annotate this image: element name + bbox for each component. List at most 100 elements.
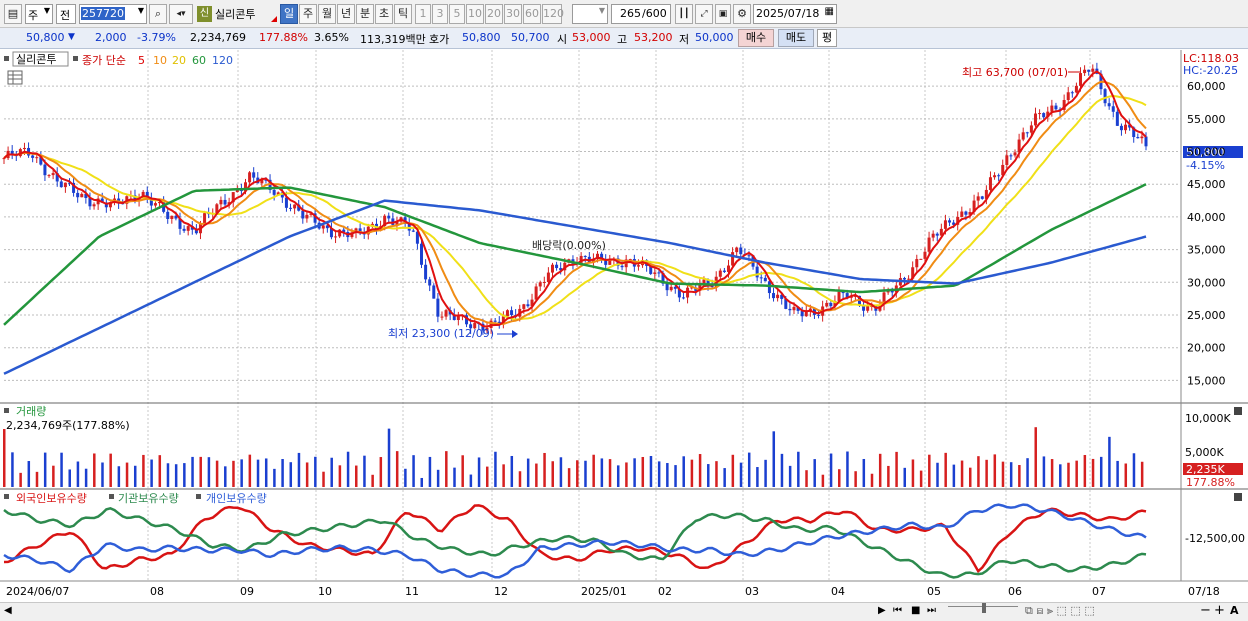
down-arrow-icon: ▼ — [68, 32, 75, 42]
sell-button[interactable]: 매도 — [778, 29, 814, 47]
period-button-1[interactable]: 주 — [299, 4, 317, 24]
period-button-4[interactable]: 분 — [356, 4, 374, 24]
volume-bar — [330, 457, 333, 487]
candle-icon[interactable]: ┃┃ — [675, 4, 693, 24]
forward-icon[interactable]: ⏭ — [927, 605, 936, 616]
candle-body — [47, 175, 51, 177]
volume-bar — [436, 469, 440, 487]
y-tick-label: 25,000 — [1187, 309, 1226, 322]
panel-close-icon[interactable] — [1234, 493, 1242, 501]
interval-button-30[interactable]: 30 — [504, 4, 522, 24]
hts-chart-window: ▤ 주 ▼ 전 257720 ▼ ⌕ ◂▾ 신 실리콘투 일주월년분초틱 135… — [0, 0, 1248, 621]
interval-button-60[interactable]: 60 — [523, 4, 541, 24]
candle-body — [31, 155, 35, 158]
interval-button-20[interactable]: 20 — [485, 4, 503, 24]
scroll-right-icon[interactable]: ▶ — [878, 605, 886, 616]
period-button-6[interactable]: 틱 — [394, 4, 412, 24]
chart-canvas[interactable]: 실리콘투 종가 단순 5 10 20 60 120 LC:118.03 HC:-… — [0, 50, 1248, 602]
date-input[interactable]: 2025/07/18 ▦ — [753, 4, 837, 24]
volume-bar — [133, 465, 137, 487]
speaker-icon[interactable]: ◂▾ — [169, 4, 193, 24]
candle-body — [583, 255, 587, 257]
legend-square-icon — [196, 494, 201, 499]
volume-bar — [109, 453, 112, 487]
prev-button[interactable]: 전 — [56, 4, 76, 24]
candle-body — [35, 157, 39, 159]
volume-bar — [305, 462, 309, 487]
chart-tools-icons[interactable]: ⧉ ⧈ ⫸ ⬚ ⬚ ⬚ — [1025, 604, 1095, 618]
candle-body — [456, 316, 460, 321]
candle-body — [1005, 155, 1009, 165]
volume-bar — [469, 474, 473, 487]
volume-bar — [666, 463, 669, 487]
candle-body — [923, 251, 927, 259]
volume-bar — [1140, 461, 1144, 487]
volume-bar — [846, 451, 849, 487]
eval-button[interactable]: 평 — [817, 29, 837, 47]
stop-icon[interactable]: ■ — [911, 605, 920, 616]
interval-button-120[interactable]: 120 — [542, 4, 564, 24]
volume-bar — [576, 460, 579, 487]
legend-individual: 개인보유수량 — [206, 492, 267, 505]
save-icon[interactable]: ▣ — [715, 4, 731, 24]
candle-body — [305, 214, 309, 219]
period-button-3[interactable]: 년 — [337, 4, 355, 24]
zoom-out-icon[interactable]: − — [1200, 603, 1211, 618]
auto-scale-icon[interactable]: A — [1230, 604, 1239, 617]
line-tool-icon[interactable]: ⤢ — [695, 4, 713, 24]
candle-body — [1070, 92, 1074, 94]
count-input[interactable]: 265 /600 — [611, 4, 671, 24]
interval-select[interactable]: ▼ — [572, 4, 608, 24]
volume-bar — [707, 464, 710, 487]
interval-button-10[interactable]: 10 — [466, 4, 484, 24]
volume-bar — [224, 466, 227, 487]
rewind-icon[interactable]: ⏮ — [893, 605, 902, 616]
volume-bar — [240, 459, 243, 487]
volume-bar — [453, 467, 456, 487]
volume-bar — [1116, 460, 1119, 487]
volume-bar — [641, 456, 645, 487]
candle-body — [964, 211, 968, 215]
volume-bar — [412, 455, 415, 487]
period-button-0[interactable]: 일 — [280, 4, 298, 24]
candle-body — [1013, 152, 1017, 156]
candle-body — [444, 310, 448, 317]
panel-close-icon[interactable] — [1234, 407, 1242, 415]
volume-bar — [698, 454, 702, 487]
volume-bar — [101, 462, 104, 487]
candle-body — [1144, 136, 1148, 147]
volume-bar — [1067, 462, 1070, 487]
volume-bar — [1042, 456, 1046, 487]
gear-icon[interactable]: ⚙ — [733, 4, 751, 24]
chart-scrollbar[interactable]: ◀ ▶ ⏮ ■ ⏭ ⧉ ⧈ ⫸ ⬚ ⬚ ⬚ − + A — [0, 602, 1248, 621]
volume-bar — [3, 429, 6, 487]
table-toggle-icon[interactable] — [7, 70, 23, 85]
zoom-slider-handle[interactable] — [982, 603, 986, 613]
zoom-slider[interactable] — [948, 603, 1018, 617]
candle-body — [1087, 69, 1091, 72]
volume-bar — [788, 465, 792, 487]
y-tick-label: 20,000 — [1187, 342, 1226, 355]
search-icon[interactable]: ⌕ — [149, 4, 167, 24]
volume-bar — [854, 471, 857, 487]
candle-body — [804, 311, 808, 317]
volume-bar — [633, 458, 636, 487]
interval-button-1[interactable]: 1 — [415, 4, 431, 24]
low-price: 50,000 — [695, 31, 734, 44]
buy-button[interactable]: 매수 — [738, 29, 774, 47]
window-menu-icon[interactable]: ▤ — [4, 4, 22, 24]
scroll-left-icon[interactable]: ◀ — [4, 605, 12, 616]
interval-button-3[interactable]: 3 — [432, 4, 448, 24]
candle-body — [321, 225, 325, 229]
candle-body — [731, 252, 735, 266]
interval-button-5[interactable]: 5 — [449, 4, 465, 24]
period-button-5[interactable]: 초 — [375, 4, 393, 24]
volume-bar — [1026, 458, 1029, 487]
stock-code-input[interactable]: 257720 ▼ — [79, 4, 147, 24]
volume-bar — [919, 470, 923, 487]
period-code-select[interactable]: 주 ▼ — [25, 4, 53, 24]
zoom-in-icon[interactable]: + — [1214, 603, 1225, 618]
period-button-2[interactable]: 월 — [318, 4, 336, 24]
candle-body — [1050, 105, 1054, 112]
volume-bar — [1009, 462, 1013, 487]
